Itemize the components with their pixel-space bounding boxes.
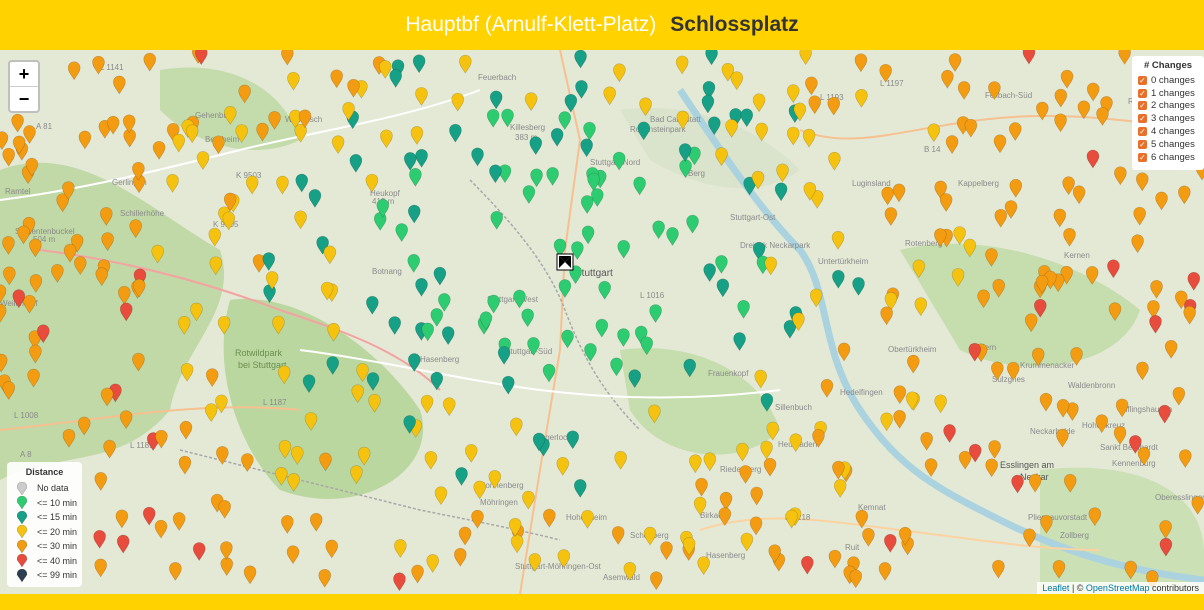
zoom-in-button[interactable]: + <box>10 62 38 86</box>
checkbox-checked[interactable]: ✓ <box>1138 88 1147 98</box>
layer-control-title: # Changes <box>1143 60 1193 71</box>
legend-label: <= 10 min <box>37 497 78 508</box>
layer-row[interactable]: ✓ 1 changes <box>1138 87 1198 100</box>
origin-stop: Hauptbf (Arnulf-Klett-Platz) <box>405 13 657 36</box>
checkbox-checked[interactable]: ✓ <box>1138 152 1147 162</box>
legend-row: <= 40 min <box>11 554 78 569</box>
zoom-out-button[interactable]: − <box>10 86 38 111</box>
legend-label: <= 99 min <box>37 570 78 581</box>
checkbox-checked[interactable]: ✓ <box>1138 101 1147 111</box>
legend-label: <= 15 min <box>37 512 78 523</box>
checkbox-checked[interactable]: ✓ <box>1138 139 1147 149</box>
pin-icon <box>11 525 33 539</box>
layer-label: 4 changes <box>1151 126 1195 138</box>
pin-icon <box>11 539 33 553</box>
legend-row: <= 20 min <box>11 525 78 540</box>
osm-link[interactable]: OpenStreetMap <box>1086 583 1150 593</box>
legend-row: <= 15 min <box>11 510 78 525</box>
attribution-separator: | © <box>1069 583 1086 593</box>
legend-row: <= 30 min <box>11 539 78 554</box>
changes-layer-control: # Changes ✓ 0 changes ✓ 1 changes ✓ 2 chang… <box>1132 56 1204 170</box>
destination-stop: Schlossplatz <box>670 13 799 36</box>
pin-icon <box>11 568 33 582</box>
layer-label: 3 changes <box>1151 113 1195 125</box>
footer-bar <box>0 594 1204 610</box>
layer-row[interactable]: ✓ 0 changes <box>1138 74 1198 87</box>
zoom-control: + − <box>8 60 40 113</box>
pin-icon <box>11 510 33 524</box>
layer-row[interactable]: ✓ 3 changes <box>1138 112 1198 125</box>
legend-label: <= 20 min <box>37 526 78 537</box>
legend-row: <= 10 min <box>11 496 78 511</box>
pin-icon <box>11 554 33 568</box>
layer-row[interactable]: ✓ 4 changes <box>1138 125 1198 138</box>
legend-title: Distance <box>25 467 64 477</box>
layer-row[interactable]: ✓ 5 changes <box>1138 138 1198 151</box>
pin-icon <box>11 481 33 495</box>
layer-row[interactable]: ✓ 6 changes <box>1138 151 1198 164</box>
checkbox-checked[interactable]: ✓ <box>1138 75 1147 85</box>
legend-label: No data <box>37 483 69 494</box>
checkbox-checked[interactable]: ✓ <box>1138 114 1147 124</box>
layer-label: 2 changes <box>1151 100 1195 112</box>
checkbox-checked[interactable]: ✓ <box>1138 127 1147 137</box>
map-attribution: Leaflet | © OpenStreetMap contributors <box>1037 582 1204 594</box>
legend-label: <= 30 min <box>37 541 78 552</box>
legend-label: <= 40 min <box>37 555 78 566</box>
legend-row: <= 99 min <box>11 568 78 583</box>
attribution-suffix: contributors <box>1149 583 1199 593</box>
pin-icon <box>11 496 33 510</box>
distance-legend: Distance No data <= 10 min <= 15 min <= … <box>7 462 82 587</box>
layer-label: 6 changes <box>1151 151 1195 163</box>
layer-row[interactable]: ✓ 2 changes <box>1138 100 1198 113</box>
route-header: Hauptbf (Arnulf-Klett-Platz) Schlossplat… <box>0 0 1204 50</box>
layer-label: 1 changes <box>1151 87 1195 99</box>
map-canvas[interactable]: L 1141 Feuerbach Killesberg 383 m Rosens… <box>0 50 1204 594</box>
legend-row: No data <box>11 481 78 496</box>
destination-marker[interactable] <box>0 50 1204 594</box>
layer-label: 5 changes <box>1151 138 1195 150</box>
layer-label: 0 changes <box>1151 74 1195 86</box>
leaflet-link[interactable]: Leaflet <box>1042 583 1069 593</box>
